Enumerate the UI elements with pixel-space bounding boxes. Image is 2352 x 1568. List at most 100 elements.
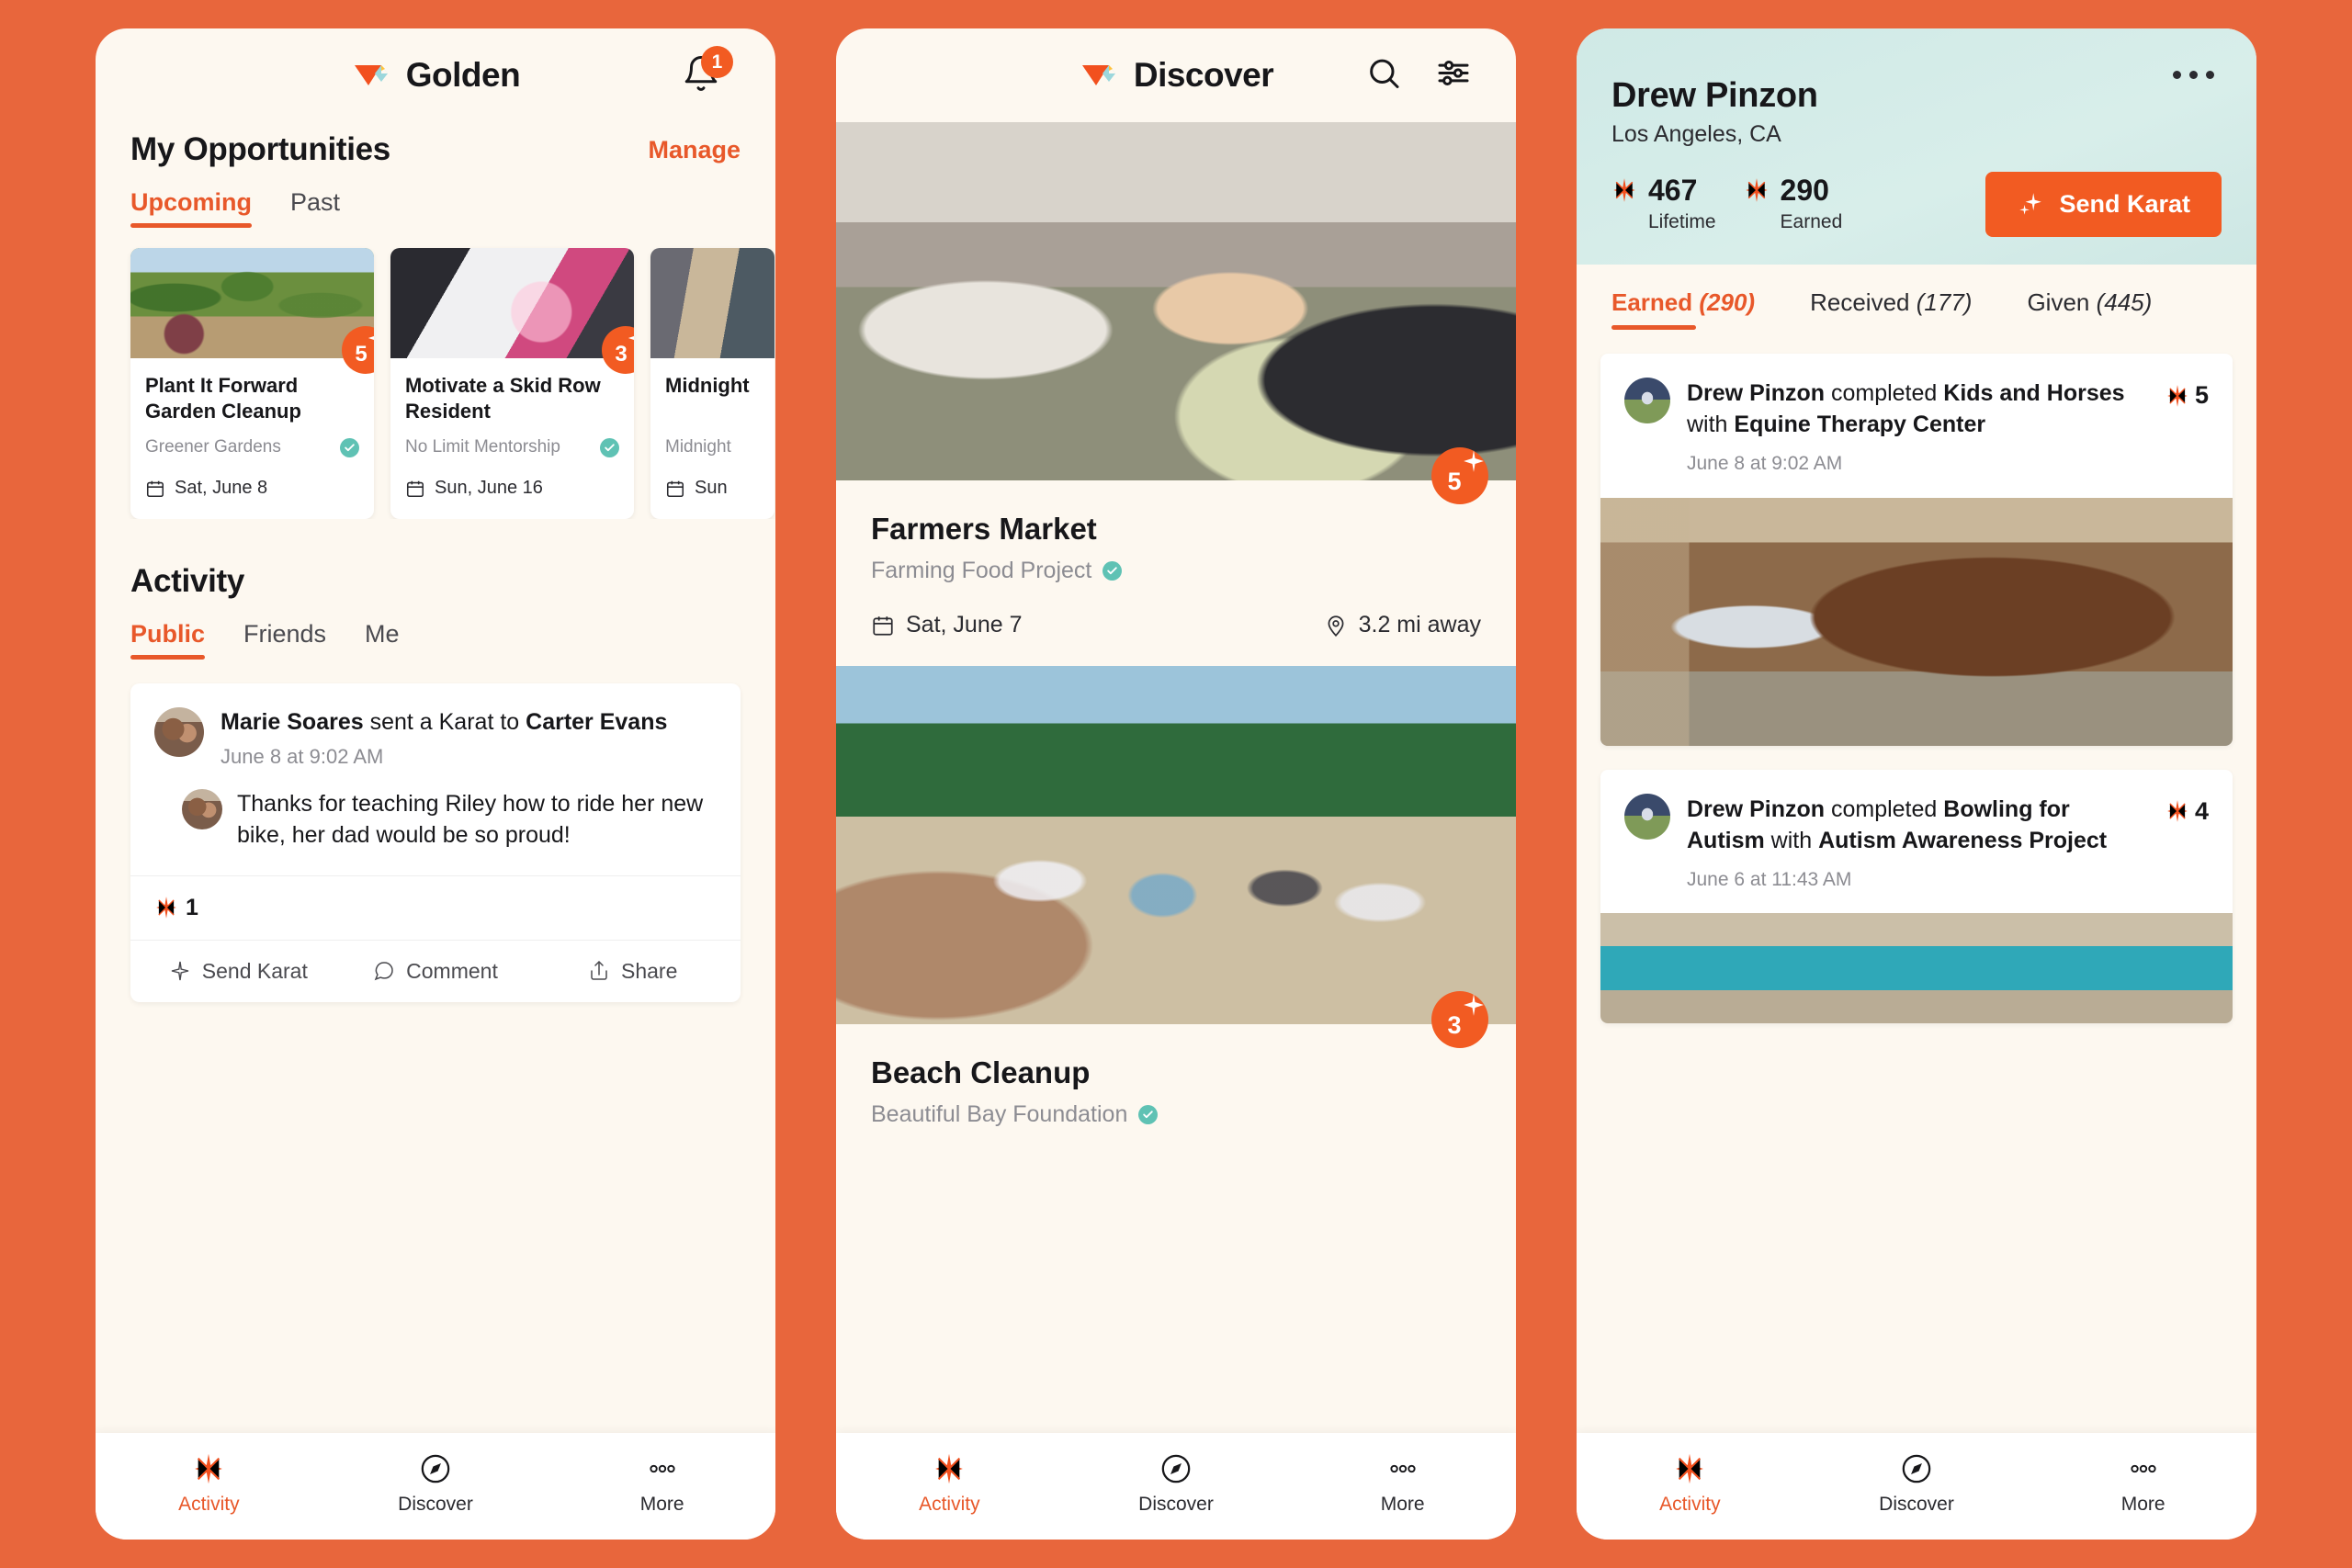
manage-link[interactable]: Manage — [648, 136, 741, 164]
tab-received-label: Received — [1810, 288, 1910, 316]
opportunity-org-row: Midnight — [665, 437, 760, 457]
avatar[interactable] — [182, 789, 222, 829]
tab-past[interactable]: Past — [290, 188, 340, 228]
opportunity-org: No Limit Mentorship — [405, 437, 560, 457]
ellipsis-icon — [2131, 1464, 2156, 1473]
sliders-filter-icon[interactable] — [1435, 55, 1472, 96]
discover-card[interactable]: 3 Beach Cleanup Beautiful Bay Foundation — [836, 666, 1516, 1156]
app-header: Golden 1 — [96, 28, 775, 122]
compass-icon — [1161, 1454, 1191, 1483]
discover-feed[interactable]: 5 Farmers Market Farming Food Project Sa… — [836, 122, 1516, 1433]
nav-item-discover[interactable]: Discover — [322, 1453, 549, 1516]
feed-card[interactable]: Drew Pinzon completed Kids and Horses wi… — [1600, 354, 2233, 746]
bottom-nav: Activity Discover More — [836, 1433, 1516, 1540]
tab-earned[interactable]: Earned (290) — [1611, 288, 1755, 330]
search-icon[interactable] — [1365, 55, 1402, 96]
bottom-nav: Activity Discover More — [1577, 1433, 2256, 1540]
profile-stats: 467 Lifetime 290 Earned Send Karat — [1611, 172, 2222, 237]
opportunity-title: Midnight — [665, 374, 750, 397]
share-icon — [591, 961, 607, 980]
send-karat-label: Send Karat — [201, 958, 308, 983]
sparkle-icon — [1745, 178, 1768, 202]
tab-upcoming[interactable]: Upcoming — [130, 188, 252, 228]
avatar[interactable] — [1624, 378, 1670, 423]
feed-photo — [1600, 913, 2233, 1024]
profile-hero: Drew Pinzon Los Angeles, CA 467 Lifetime… — [1577, 28, 2256, 265]
opportunity-date: Sat, June 8 — [175, 478, 268, 498]
compass-icon — [421, 1454, 450, 1483]
stat-earned: 290 Earned — [1744, 175, 1843, 233]
feed-card[interactable]: Drew Pinzon completed Bowling for Autism… — [1600, 769, 2233, 1024]
brand: Discover — [1079, 55, 1274, 96]
tab-friends[interactable]: Friends — [243, 620, 326, 660]
feed-karat-count: 4 — [2194, 796, 2209, 825]
nav-item-discover[interactable]: Discover — [1063, 1453, 1290, 1516]
nav-item-activity[interactable]: Activity — [1577, 1453, 1804, 1516]
discover-org-row: Farming Food Project — [871, 558, 1481, 584]
bell-icon[interactable]: 1 — [682, 46, 733, 96]
ellipsis-icon — [650, 1464, 675, 1473]
profile-feed[interactable]: Drew Pinzon completed Kids and Horses wi… — [1577, 330, 2256, 1433]
share-label: Share — [620, 958, 678, 983]
feed-text: Drew Pinzon completed Kids and Horses wi… — [1687, 378, 2149, 478]
feed-actor: Drew Pinzon — [1687, 795, 1826, 822]
post-comment: Thanks for teaching Riley how to ride he… — [130, 776, 741, 875]
discover-header: Discover — [836, 28, 1516, 122]
nav-item-more[interactable]: More — [1289, 1453, 1516, 1516]
discover-photo: 5 — [836, 122, 1516, 504]
opportunity-photo: 3 — [390, 248, 634, 374]
tab-public[interactable]: Public — [130, 620, 206, 660]
avatar[interactable] — [154, 707, 204, 757]
nav-item-discover[interactable]: Discover — [1804, 1453, 2030, 1516]
tab-received[interactable]: Received (177) — [1810, 288, 1972, 330]
comment-action[interactable]: Comment — [337, 959, 535, 984]
tab-given[interactable]: Given (445) — [2027, 288, 2152, 330]
feed-actor: Drew Pinzon — [1687, 380, 1826, 406]
post-recipient[interactable]: Carter Evans — [526, 709, 667, 735]
verified-icon — [340, 437, 359, 457]
discover-meta: Sat, June 7 3.2 mi away — [871, 612, 1481, 638]
discover-body: Farmers Market Farming Food Project Sat,… — [836, 480, 1516, 666]
discover-org-row: Beautiful Bay Foundation — [871, 1101, 1481, 1128]
sparkle-icon — [1613, 178, 1635, 202]
feed-verb: completed — [1825, 380, 1944, 406]
opportunity-body: Midnight Midnight Sun — [650, 358, 775, 519]
opportunity-card[interactable]: 3 Motivate a Skid Row Resident No Limit … — [390, 248, 634, 519]
post-timestamp: June 8 at 9:02 AM — [220, 745, 384, 768]
nav-item-activity[interactable]: Activity — [836, 1453, 1063, 1516]
sparkle-icon — [195, 1453, 223, 1484]
nav-item-more[interactable]: More — [2030, 1453, 2256, 1516]
tab-given-label: Given — [2027, 288, 2090, 316]
stat-label: Earned — [1780, 211, 1843, 232]
opportunity-carousel[interactable]: 5 Plant It Forward Garden Cleanup Greene… — [96, 228, 775, 519]
post-actor[interactable]: Marie Soares — [220, 709, 364, 735]
tab-me[interactable]: Me — [365, 620, 400, 660]
nav-label-activity: Activity — [919, 1494, 980, 1515]
feed-text: Drew Pinzon completed Bowling for Autism… — [1687, 794, 2149, 894]
send-karat-action[interactable]: Send Karat — [140, 959, 337, 984]
tab-received-count: (177) — [1916, 288, 1973, 316]
opportunity-card[interactable]: 5 Plant It Forward Garden Cleanup Greene… — [130, 248, 374, 519]
ellipsis-icon[interactable] — [2173, 71, 2214, 79]
feed-with: with — [1687, 412, 1735, 437]
sparkles-icon — [2019, 192, 2042, 215]
page-title: Discover — [1133, 56, 1274, 94]
share-action[interactable]: Share — [534, 959, 731, 984]
feed-header: Drew Pinzon completed Bowling for Autism… — [1600, 770, 2233, 914]
nav-label-activity: Activity — [1659, 1494, 1721, 1515]
opportunity-card[interactable]: Midnight Midnight Sun — [650, 248, 775, 519]
verified-icon — [600, 437, 619, 457]
send-karat-button[interactable]: Send Karat — [1985, 172, 2222, 237]
discover-card[interactable]: 5 Farmers Market Farming Food Project Sa… — [836, 122, 1516, 666]
nav-item-activity[interactable]: Activity — [96, 1453, 322, 1516]
nav-item-more[interactable]: More — [548, 1453, 775, 1516]
calendar-icon — [873, 615, 893, 636]
golden-triangle-logo — [351, 55, 391, 96]
sparkle-icon — [156, 897, 176, 919]
nav-label-discover: Discover — [1879, 1494, 1954, 1515]
opportunity-title: Motivate a Skid Row Resident — [405, 374, 601, 423]
sparkle-icon — [1676, 1453, 1704, 1484]
nav-label-discover: Discover — [1138, 1494, 1214, 1515]
avatar[interactable] — [1624, 793, 1670, 840]
stat-value: 467 — [1648, 174, 1698, 207]
